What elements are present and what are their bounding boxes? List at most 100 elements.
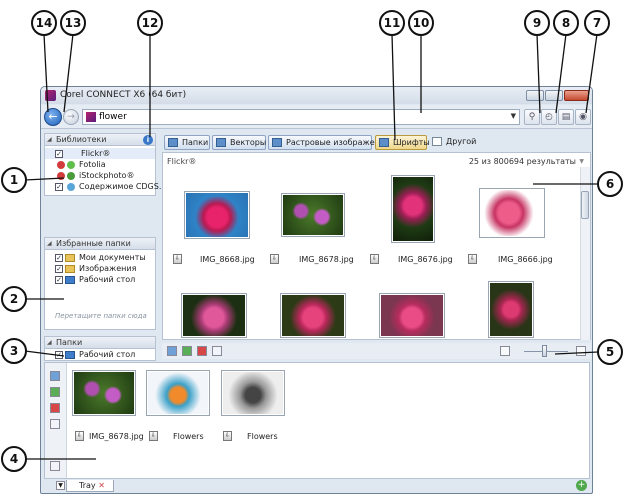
zoom-slider-thumb[interactable] bbox=[542, 345, 547, 357]
result-thumbnail[interactable] bbox=[479, 188, 545, 238]
tray-thumbnail[interactable] bbox=[221, 370, 285, 416]
download-icon[interactable]: ⇩ bbox=[223, 431, 232, 441]
result-thumbnail[interactable] bbox=[184, 191, 250, 239]
download-icon[interactable]: ⇩ bbox=[468, 254, 477, 264]
small-thumbnails-icon[interactable] bbox=[500, 346, 510, 356]
result-thumbnail[interactable] bbox=[280, 293, 346, 338]
font-icon bbox=[379, 138, 389, 147]
source-icon bbox=[86, 112, 96, 122]
copy-icon[interactable] bbox=[212, 346, 222, 356]
result-count: 25 из 800694 результаты bbox=[468, 157, 576, 166]
callout-1: 1 bbox=[1, 167, 27, 193]
tray-tab[interactable]: Tray ✕ bbox=[66, 480, 114, 492]
tray-add-icon[interactable] bbox=[50, 371, 60, 381]
tray-toolbar bbox=[45, 363, 67, 478]
panel-toggle-button[interactable]: ▤ bbox=[558, 109, 574, 125]
large-thumbnails-icon[interactable] bbox=[576, 346, 586, 356]
result-thumbnail[interactable] bbox=[391, 175, 435, 243]
istockphoto-icon bbox=[67, 172, 75, 180]
tray-thumbnail[interactable] bbox=[146, 370, 210, 416]
folder-icon bbox=[168, 138, 178, 147]
triangle-down-icon[interactable]: ▼ bbox=[579, 158, 584, 165]
view-toolbar bbox=[162, 343, 591, 359]
info-icon[interactable]: i bbox=[143, 135, 153, 145]
folder-icon bbox=[65, 254, 75, 262]
result-filename: IMG_8668.jpg bbox=[200, 255, 255, 264]
tray-dropdown-icon[interactable]: ▼ bbox=[56, 481, 65, 490]
results-scrollbar[interactable] bbox=[580, 167, 590, 340]
results-viewer: Flickr® 25 из 800694 результаты ▼ ⇩ IMG_… bbox=[162, 152, 591, 340]
tab-bitmaps[interactable]: Растровые изображения bbox=[268, 135, 390, 150]
folders-list: ✓ Рабочий стол bbox=[44, 349, 156, 361]
tray-menu-icon[interactable] bbox=[50, 461, 60, 471]
folder-item-desktop[interactable]: ✓ Рабочий стол bbox=[45, 349, 155, 360]
library-item-flickr[interactable]: ✓ Flickr® bbox=[45, 148, 155, 159]
options-button[interactable]: ◉ bbox=[575, 109, 591, 125]
result-thumbnail[interactable] bbox=[488, 281, 534, 338]
favorite-item-label: Изображения bbox=[79, 264, 137, 273]
tray-filename: IMG_8678.jpg bbox=[89, 432, 144, 441]
library-item-cdgs[interactable]: ✓ Содержимое CDGS... bbox=[45, 181, 166, 192]
callout-2: 2 bbox=[1, 286, 27, 312]
scroll-thumb[interactable] bbox=[581, 191, 589, 219]
callout-3: 3 bbox=[1, 338, 27, 364]
favorite-item-label: Мои документы bbox=[79, 253, 146, 262]
search-input[interactable] bbox=[99, 110, 499, 124]
tray-open-icon[interactable] bbox=[50, 387, 60, 397]
library-item-istockphoto[interactable]: iStockphoto® bbox=[45, 170, 155, 181]
tray-pdf-icon[interactable] bbox=[50, 403, 60, 413]
open-icon[interactable] bbox=[182, 346, 192, 356]
forward-button[interactable]: → bbox=[63, 109, 79, 125]
favorites-header[interactable]: Избранные папки bbox=[44, 237, 156, 250]
favorite-item-desktop[interactable]: ✓ Рабочий стол bbox=[45, 274, 155, 285]
checkbox[interactable]: ✓ bbox=[55, 254, 63, 262]
minimize-button[interactable] bbox=[526, 90, 544, 101]
folders-header[interactable]: Папки bbox=[44, 336, 156, 349]
tray-copy-icon[interactable] bbox=[50, 419, 60, 429]
back-button[interactable]: ← bbox=[44, 108, 62, 126]
result-filename: IMG_8678.jpg bbox=[299, 255, 354, 264]
favorite-item-documents[interactable]: ✓ Мои документы bbox=[45, 252, 155, 263]
tray-thumbnail[interactable] bbox=[72, 370, 136, 416]
tab-vectors[interactable]: Векторы bbox=[212, 135, 266, 150]
search-box[interactable]: ▼ bbox=[82, 109, 520, 125]
add-tray-button[interactable]: + bbox=[576, 480, 587, 491]
close-button[interactable] bbox=[564, 90, 589, 101]
library-item-fotolia[interactable]: Fotolia bbox=[45, 159, 155, 170]
checkbox[interactable]: ✓ bbox=[55, 150, 63, 158]
checkbox[interactable]: ✓ bbox=[55, 276, 63, 284]
close-tab-icon[interactable]: ✕ bbox=[98, 481, 105, 490]
download-icon[interactable]: ⇩ bbox=[149, 431, 158, 441]
checkbox[interactable]: ✓ bbox=[55, 265, 63, 273]
result-thumbnail[interactable] bbox=[379, 293, 445, 338]
callout-13: 13 bbox=[60, 10, 86, 36]
checkbox[interactable]: ✓ bbox=[55, 183, 63, 191]
checkbox[interactable]: ✓ bbox=[55, 351, 63, 359]
result-filename: IMG_8666.jpg bbox=[498, 255, 553, 264]
tab-fonts[interactable]: Шрифты bbox=[375, 135, 430, 150]
recent-searches-button[interactable]: ◴ bbox=[541, 109, 557, 125]
tab-label: Шрифты bbox=[393, 138, 430, 147]
download-icon[interactable]: ⇩ bbox=[173, 254, 182, 264]
desktop-icon bbox=[65, 276, 75, 284]
pdf-icon[interactable] bbox=[197, 346, 207, 356]
download-icon[interactable]: ⇩ bbox=[370, 254, 379, 264]
download-icon[interactable]: ⇩ bbox=[75, 431, 84, 441]
add-to-tray-icon[interactable] bbox=[167, 346, 177, 356]
callout-8: 8 bbox=[553, 10, 579, 36]
tray-panel: ⇩ IMG_8678.jpg ⇩ Flowers ⇩ Flowers bbox=[44, 362, 590, 479]
library-item-label: iStockphoto® bbox=[79, 171, 135, 180]
libraries-header[interactable]: Библиотеки i bbox=[44, 133, 156, 146]
result-thumbnail[interactable] bbox=[181, 293, 247, 338]
result-thumbnail[interactable] bbox=[281, 193, 345, 237]
maximize-button[interactable] bbox=[545, 90, 563, 101]
favorite-item-images[interactable]: ✓ Изображения bbox=[45, 263, 155, 274]
tray-tab-label: Tray bbox=[79, 481, 96, 490]
dropdown-arrow-icon[interactable]: ▼ bbox=[511, 112, 516, 120]
tab-folders[interactable]: Папки bbox=[164, 135, 210, 150]
download-icon[interactable]: ⇩ bbox=[270, 254, 279, 264]
search-button[interactable]: ⚲ bbox=[524, 109, 540, 125]
tab-other[interactable]: Другой bbox=[429, 135, 479, 150]
callout-12: 12 bbox=[137, 10, 163, 36]
source-label: Flickr® bbox=[167, 157, 197, 166]
